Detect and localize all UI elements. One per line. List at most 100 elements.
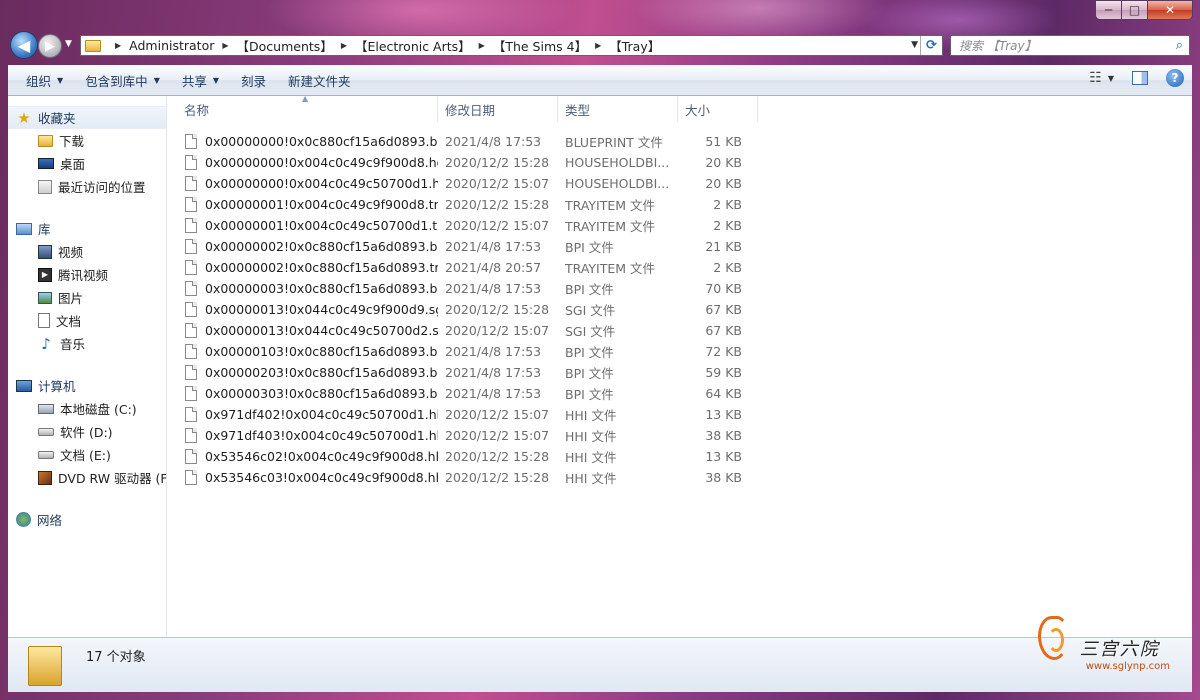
file-row[interactable]: 0x00000001!0x004c0c49c50700d1.tra... 2020…: [177, 215, 750, 236]
file-row[interactable]: 0x00000103!0x0c880cf15a6d0893.bpi 2021/4/…: [177, 341, 750, 362]
file-name-cell: 0x00000003!0x0c880cf15a6d0893.bpi: [177, 281, 438, 296]
file-name-cell: 0x00000002!0x0c880cf15a6d0893.tra...: [177, 260, 438, 275]
sidebar-item-drive-c[interactable]: 本地磁盘 (C:): [8, 397, 166, 420]
column-label: 大小: [685, 102, 711, 118]
burn-button[interactable]: 刻录: [233, 68, 274, 92]
file-row[interactable]: 0x971df403!0x004c0c49c50700d1.hhi 2020/12…: [177, 425, 750, 446]
close-button[interactable]: ✕: [1148, 0, 1193, 20]
file-date-modified: 2020/12/2 15:28: [445, 302, 550, 317]
back-button[interactable]: ◀: [10, 31, 38, 59]
column-header-size[interactable]: 大小: [678, 96, 758, 122]
minimize-button[interactable]: ─: [1095, 0, 1122, 20]
file-row[interactable]: 0x53546c02!0x004c0c49c9f900d8.hhi 2020/12…: [177, 446, 750, 467]
share-button[interactable]: 共享 ▼: [174, 68, 227, 92]
file-row[interactable]: 0x00000303!0x0c880cf15a6d0893.bpi 2021/4/…: [177, 383, 750, 404]
column-header-date-modified[interactable]: 修改日期: [438, 96, 558, 122]
file-row[interactable]: 0x00000002!0x0c880cf15a6d0893.tra... 2021…: [177, 257, 750, 278]
sidebar-item-pictures[interactable]: 图片: [8, 286, 166, 309]
file-row[interactable]: 0x00000013!0x044c0c49c50700d2.sgi 2020/12…: [177, 320, 750, 341]
file-row[interactable]: 0x00000000!0x004c0c49c50700d1.ho... 2020/…: [177, 173, 750, 194]
chevron-right-icon[interactable]: ▶: [479, 41, 485, 50]
sidebar-item-downloads[interactable]: 下载: [8, 129, 166, 152]
help-icon[interactable]: ?: [1166, 69, 1184, 87]
breadcrumb-tray[interactable]: 【Tray】: [609, 36, 660, 55]
file-row[interactable]: 0x00000203!0x0c880cf15a6d0893.bpi 2021/4/…: [177, 362, 750, 383]
maximize-button[interactable]: □: [1122, 0, 1148, 20]
file-icon: [185, 260, 197, 275]
file-type: HOUSEHOLDBI...: [565, 176, 670, 191]
computer-group: 计算机 本地磁盘 (C:) 软件 (D:) 文档 (E:) DVD RW 驱动器…: [8, 374, 166, 489]
sidebar-item-label: 软件 (D:): [60, 425, 113, 440]
breadcrumb-documents[interactable]: 【Documents】: [237, 36, 333, 55]
breadcrumb-electronic-arts[interactable]: 【Electronic Arts】: [355, 36, 471, 55]
breadcrumb-administrator[interactable]: Administrator: [129, 38, 214, 53]
sidebar-item-videos[interactable]: 视频: [8, 240, 166, 263]
search-input[interactable]: [959, 38, 1159, 53]
chevron-down-icon: ▼: [57, 75, 64, 85]
file-name-cell: 0x00000000!0x0c880cf15a6d0893.blu...: [177, 134, 438, 149]
sidebar-item-label: 收藏夹: [38, 111, 76, 126]
file-date-modified: 2021/4/8 20:57: [445, 260, 542, 275]
chevron-down-icon[interactable]: ▼: [1108, 74, 1114, 83]
hard-drive-icon: [38, 450, 54, 459]
file-row[interactable]: 0x53546c03!0x004c0c49c9f900d8.hhi 2020/12…: [177, 467, 750, 488]
file-row[interactable]: 0x00000002!0x0c880cf15a6d0893.bpi 2021/4/…: [177, 236, 750, 257]
sidebar-item-recent-places[interactable]: 最近访问的位置: [8, 175, 166, 198]
search-box[interactable]: ⌕: [950, 35, 1190, 56]
file-name-cell: 0x00000203!0x0c880cf15a6d0893.bpi: [177, 365, 438, 380]
sidebar-item-documents[interactable]: 文档: [8, 309, 166, 332]
file-row[interactable]: 0x00000000!0x004c0c49c9f900d8.ho... 2020/…: [177, 152, 750, 173]
file-name-cell: 0x00000001!0x004c0c49c9f900d8.tra...: [177, 197, 438, 212]
sidebar-item-drive-e[interactable]: 文档 (E:): [8, 443, 166, 466]
chevron-right-icon[interactable]: ▶: [595, 41, 601, 50]
sidebar-item-dvd-drive[interactable]: DVD RW 驱动器 (F:: [8, 466, 166, 489]
new-folder-button[interactable]: 新建文件夹: [280, 68, 359, 92]
refresh-button[interactable]: ⟳: [920, 36, 942, 55]
explorer-body: ★ 收藏夹 下载 桌面 最近访问的位置 库 视频 ▶ 腾讯视频 图片 文档 ♪ …: [8, 94, 1192, 637]
forward-button[interactable]: ▶: [38, 34, 62, 58]
organize-button[interactable]: 组织 ▼: [18, 68, 71, 92]
sidebar-item-music[interactable]: ♪ 音乐: [8, 332, 166, 355]
chevron-right-icon[interactable]: ▶: [341, 41, 347, 50]
recent-pages-dropdown-icon[interactable]: ▼: [65, 39, 72, 49]
file-row[interactable]: 0x00000003!0x0c880cf15a6d0893.bpi 2021/4/…: [177, 278, 750, 299]
search-icon[interactable]: ⌕: [1176, 38, 1183, 53]
views-icon[interactable]: ☷: [1089, 70, 1102, 86]
preview-pane-icon[interactable]: [1132, 71, 1148, 85]
sidebar-item-computer[interactable]: 计算机: [8, 374, 166, 397]
sidebar-item-desktop[interactable]: 桌面: [8, 152, 166, 175]
libraries-group: 库 视频 ▶ 腾讯视频 图片 文档 ♪ 音乐: [8, 217, 166, 355]
column-headers: 名称 ▲ 修改日期 类型 大小: [177, 94, 758, 122]
favorites-group: ★ 收藏夹 下载 桌面 最近访问的位置: [8, 106, 166, 198]
column-header-type[interactable]: 类型: [558, 96, 678, 122]
file-icon: [185, 302, 197, 317]
file-name: 0x00000000!0x0c880cf15a6d0893.blu...: [205, 134, 438, 149]
file-type: BPI 文件: [565, 345, 614, 360]
sidebar-item-drive-d[interactable]: 软件 (D:): [8, 420, 166, 443]
file-size: 38 KB: [705, 428, 742, 443]
file-row[interactable]: 0x00000013!0x044c0c49c9f900d9.sgi 2020/12…: [177, 299, 750, 320]
sidebar-item-network[interactable]: 网络: [8, 508, 166, 531]
sidebar-item-tencent-video[interactable]: ▶ 腾讯视频: [8, 263, 166, 286]
file-icon: [185, 470, 197, 485]
file-name-cell: 0x53546c02!0x004c0c49c9f900d8.hhi: [177, 449, 438, 464]
include-in-library-button[interactable]: 包含到库中 ▼: [77, 68, 168, 92]
file-row[interactable]: 0x00000001!0x004c0c49c9f900d8.tra... 2020…: [177, 194, 750, 215]
chevron-right-icon[interactable]: ▶: [222, 41, 228, 50]
sidebar-item-favorites[interactable]: ★ 收藏夹: [8, 106, 166, 129]
sidebar-item-label: 腾讯视频: [58, 268, 109, 283]
recent-places-icon: [38, 179, 52, 194]
breadcrumb-the-sims-4[interactable]: 【The Sims 4】: [493, 36, 587, 55]
file-size: 2 KB: [713, 260, 742, 275]
music-note-icon: ♪: [41, 334, 51, 353]
column-header-name[interactable]: 名称 ▲: [177, 94, 438, 122]
sidebar-item-libraries[interactable]: 库: [8, 217, 166, 240]
file-name-cell: 0x971df403!0x004c0c49c50700d1.hhi: [177, 428, 438, 443]
file-row[interactable]: 0x00000000!0x0c880cf15a6d0893.blu... 2021…: [177, 131, 750, 152]
address-bar[interactable]: ▶ Administrator ▶ 【Documents】 ▶ 【Electro…: [80, 35, 943, 56]
file-row[interactable]: 0x971df402!0x004c0c49c50700d1.hhi 2020/12…: [177, 404, 750, 425]
address-history-dropdown-icon[interactable]: ▼: [911, 40, 918, 50]
file-size: 13 KB: [705, 449, 742, 464]
download-folder-icon: [38, 134, 53, 147]
chevron-right-icon[interactable]: ▶: [115, 41, 121, 50]
